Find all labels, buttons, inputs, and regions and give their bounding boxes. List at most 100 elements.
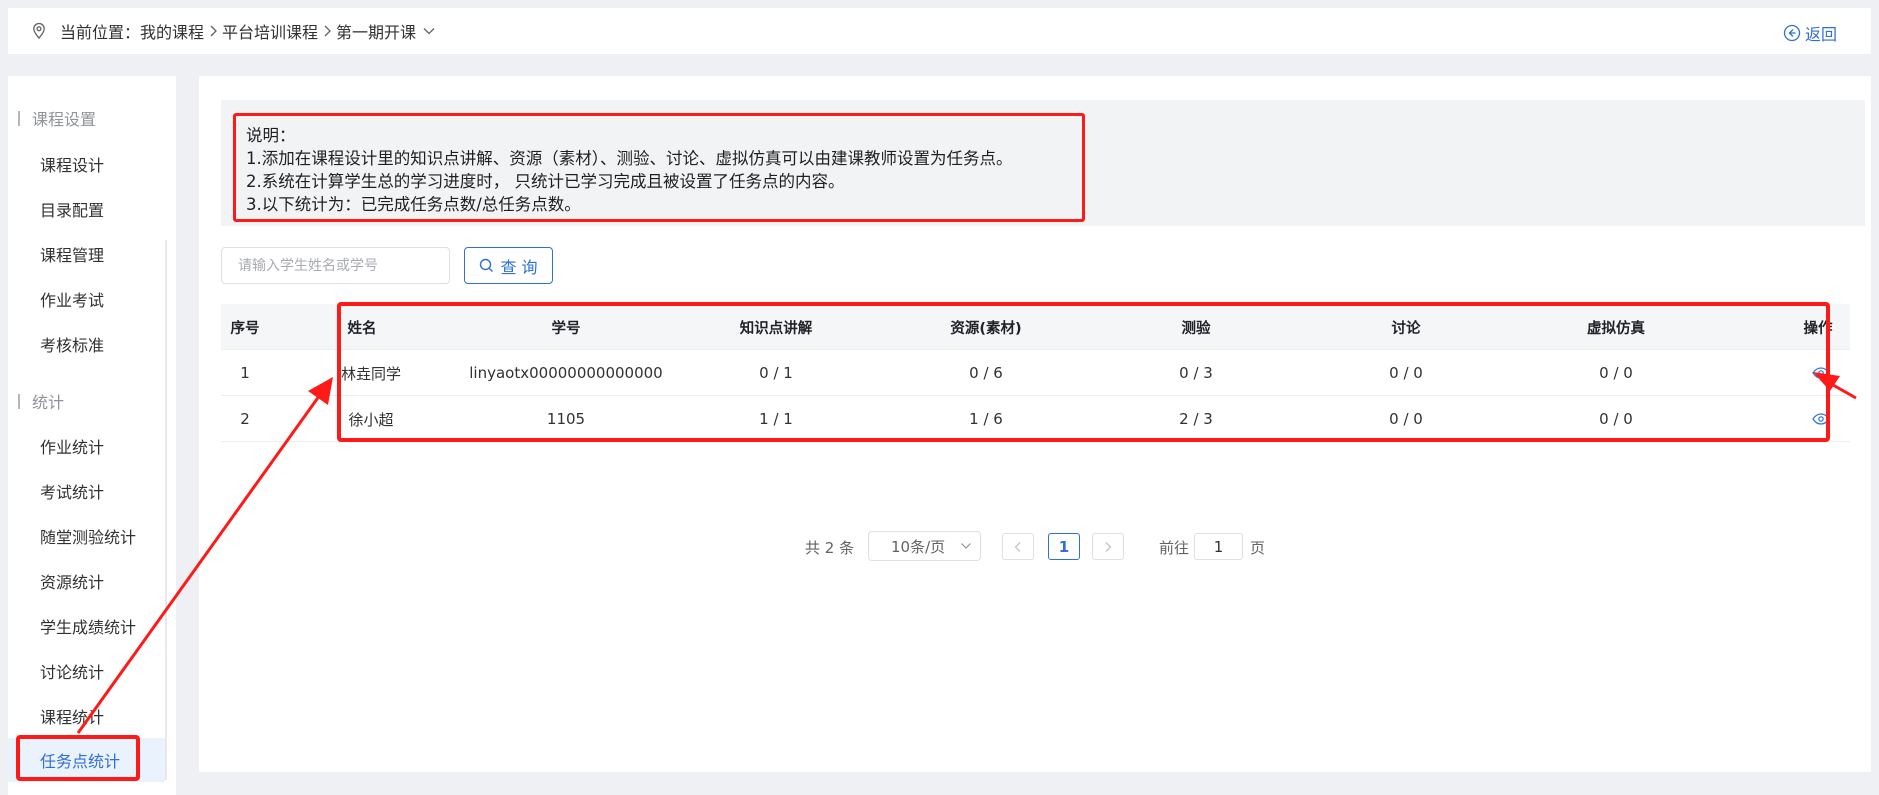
sidebar-item-label: 目录配置 [40,201,105,220]
sidebar-item-task-point-stats[interactable]: 任务点统计 [8,738,165,782]
cell-simulation: 0 / 0 [1599,364,1633,382]
cell-resource: 0 / 6 [969,364,1003,382]
cell-knowledge: 1 / 1 [759,410,793,428]
sidebar-item-label: 作业考试 [40,291,105,310]
cell-discussion: 0 / 0 [1389,410,1423,428]
sidebar-group-title: 统计 [32,393,65,412]
search-button-label: 查 询 [500,257,538,277]
sidebar-item-label: 学生成绩统计 [40,618,137,637]
back-button[interactable]: 返回 [1783,21,1837,45]
eye-icon[interactable] [1812,367,1830,379]
sidebar-item-label: 讨论统计 [40,663,105,682]
column-header: 学号 [551,320,581,337]
notice-line: 2.系统在计算学生总的学习进度时， 只统计已学习完成且被设置了任务点的内容。 [246,172,845,191]
sidebar-item-label: 考试统计 [40,483,105,502]
chevron-right-icon [1105,541,1112,552]
goto-label: 前往 [1159,539,1190,557]
column-header: 虚拟仿真 [1587,320,1645,337]
sidebar-item-course-management[interactable]: 课程管理 [8,232,165,276]
column-header: 操作 [1803,320,1833,337]
cell-simulation: 0 / 0 [1599,410,1633,428]
breadcrumb-item-my-courses[interactable]: 我的课程 [140,19,204,43]
sidebar-group-title: 课程设置 [32,110,97,129]
chevron-right-icon [208,24,218,38]
chevron-left-icon [1014,541,1021,552]
next-page-button[interactable] [1092,533,1124,560]
location-icon [30,22,48,40]
page-size-select[interactable]: 10条/页 [868,531,981,561]
sidebar-item-course-stats[interactable]: 课程统计 [8,694,165,738]
sidebar-item-label: 课程管理 [40,246,105,265]
sidebar-item-homework-exam[interactable]: 作业考试 [8,277,165,321]
notice-line: 3.以下统计为：已完成任务点数/总任务点数。 [246,195,581,214]
goto-page-input[interactable] [1194,533,1243,560]
cell-index: 2 [240,410,250,428]
sidebar-item-grade-stats[interactable]: 学生成绩统计 [8,604,165,648]
notice-line: 说明： [246,126,296,145]
cell-student-id: 1105 [546,410,586,428]
sidebar-item-exam-stats[interactable]: 考试统计 [8,469,165,513]
page-size-value: 10条/页 [891,537,946,556]
sidebar-item-label: 作业统计 [40,438,105,457]
sidebar-item-homework-stats[interactable]: 作业统计 [8,424,165,468]
group-bar [18,110,20,126]
column-header: 讨论 [1391,320,1421,337]
table-row: 2 徐小超 1105 1 / 1 1 / 6 2 / 3 0 / 0 0 / 0 [221,396,1850,442]
notice-line: 1.添加在课程设计里的知识点讲解、资源（素材）、测验、讨论、虚拟仿真可以由建课教… [246,149,1013,168]
breadcrumb-prefix: 当前位置： [60,23,141,42]
search-button[interactable]: 查 询 [464,247,553,284]
task-stats-table: 序号 姓名 学号 知识点讲解 资源(素材) 测验 讨论 虚拟仿真 操作 1 林垚… [221,304,1850,442]
chevron-right-icon [322,24,332,38]
sidebar-item-assessment-standard[interactable]: 考核标准 [8,322,165,366]
page-button-current[interactable]: 1 [1048,533,1080,560]
column-header: 序号 [230,320,260,337]
chevron-down-icon[interactable] [422,26,436,36]
notice-box: 说明： 1.添加在课程设计里的知识点讲解、资源（素材）、测验、讨论、虚拟仿真可以… [233,113,1085,222]
back-label: 返回 [1804,25,1837,44]
breadcrumb: 当前位置： 我的课程 平台培训课程 第一期开课 [60,19,436,43]
sidebar-item-resource-stats[interactable]: 资源统计 [8,559,165,603]
sidebar-item-quiz-stats[interactable]: 随堂测验统计 [8,514,165,558]
sidebar-item-course-design[interactable]: 课程设计 [8,142,165,186]
cell-action [1801,396,1841,442]
sidebar-item-label: 课程设计 [40,156,105,175]
group-bar [18,393,20,409]
breadcrumb-item-platform-course[interactable]: 平台培训课程 [222,19,318,43]
sidebar-item-label: 考核标准 [40,336,105,355]
search-icon [480,258,494,272]
column-header: 资源(素材) [950,320,1022,337]
breadcrumb-item-current-class[interactable]: 第一期开课 [336,19,416,43]
cell-resource: 1 / 6 [969,410,1003,428]
chevron-down-icon [961,543,971,549]
cell-name: 林垚同学 [340,364,401,383]
page-suffix: 页 [1250,539,1266,557]
table-row: 1 林垚同学 linyaotx00000000000000 0 / 1 0 / … [221,350,1850,396]
sidebar-group-course-settings: 课程设置 [8,106,96,130]
pagination-total: 共 2 条 [805,539,855,557]
cell-action [1801,350,1841,396]
eye-icon[interactable] [1812,413,1830,425]
column-header: 知识点讲解 [739,320,813,337]
prev-page-button[interactable] [1002,533,1034,560]
search-input[interactable] [221,247,450,284]
sidebar-item-label: 任务点统计 [40,752,121,771]
column-header: 测验 [1181,320,1211,337]
sidebar-scrollbar[interactable] [165,240,167,780]
sidebar-item-catalog-config[interactable]: 目录配置 [8,187,165,231]
sidebar-group-statistics: 统计 [8,389,64,413]
top-bar: 当前位置： 我的课程 平台培训课程 第一期开课 返回 [8,8,1871,54]
cell-student-id: linyaotx00000000000000 [469,364,663,382]
cell-name: 徐小超 [348,410,394,429]
sidebar-item-label: 资源统计 [40,573,105,592]
main-panel: 说明： 1.添加在课程设计里的知识点讲解、资源（素材）、测验、讨论、虚拟仿真可以… [199,76,1871,772]
table-header: 序号 姓名 学号 知识点讲解 资源(素材) 测验 讨论 虚拟仿真 操作 [221,304,1850,350]
sidebar-item-label: 课程统计 [40,708,105,727]
back-icon [1783,24,1801,42]
cell-knowledge: 0 / 1 [759,364,793,382]
sidebar-item-discussion-stats[interactable]: 讨论统计 [8,649,165,693]
cell-quiz: 2 / 3 [1179,410,1213,428]
pagination: 共 2 条 10条/页 1 前往 页 [199,531,1871,563]
sidebar-item-label: 随堂测验统计 [40,528,137,547]
cell-index: 1 [240,364,250,382]
column-header: 姓名 [347,320,377,337]
